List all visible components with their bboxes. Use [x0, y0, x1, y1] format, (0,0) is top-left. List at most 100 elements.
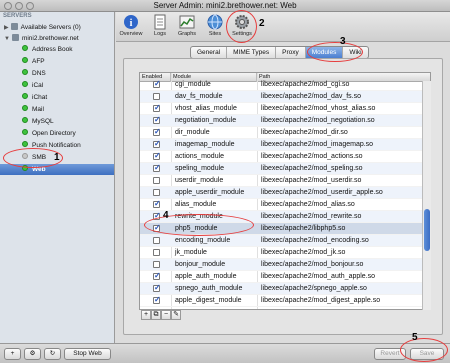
svg-text:i: i: [130, 18, 133, 29]
module-name: spnego_auth_module: [175, 285, 243, 292]
table-row[interactable]: dir_module libexec/apache2/mod_dir.so: [140, 126, 422, 139]
status-running-icon: [22, 57, 28, 64]
table-row[interactable]: jk_module libexec/apache2/mod_jk.so: [140, 247, 422, 259]
table-row[interactable]: bonjour_module libexec/apache2/mod_bonjou…: [140, 259, 422, 271]
disclosure-triangle-icon[interactable]: ▼: [4, 34, 10, 45]
enabled-checkbox[interactable]: [153, 198, 161, 210]
duplicate-module-button[interactable]: ⧉: [151, 310, 161, 320]
modules-table: Enabled Module Path cgi_modulelibexec/ap…: [139, 72, 431, 310]
annotation-circle-settings: [226, 10, 257, 43]
module-name: apple_auth_module: [175, 273, 237, 280]
module-name: userdir_module: [175, 177, 224, 184]
enabled-checkbox[interactable]: [153, 282, 161, 294]
module-path: libexec/apache2/mod_dir.so: [261, 129, 348, 136]
vertical-scrollbar[interactable]: [422, 81, 431, 310]
module-name: bonjour_module: [175, 261, 226, 268]
toolbar: i Overview Logs Graphs Sites Settings: [116, 12, 450, 42]
enabled-checkbox[interactable]: [153, 249, 160, 256]
status-running-icon: [22, 93, 28, 100]
module-path: libexec/apache2/mod_actions.so: [261, 153, 363, 160]
enabled-checkbox[interactable]: [153, 270, 161, 282]
table-row[interactable]: encoding_module libexec/apache2/mod_encod…: [140, 235, 422, 247]
minimize-window-icon[interactable]: [15, 2, 23, 10]
sidebar-item-dns[interactable]: DNS: [22, 68, 46, 79]
module-path: libexec/apache2/mod_alias.so: [261, 201, 355, 208]
close-window-icon[interactable]: [4, 2, 12, 10]
tab-proxy[interactable]: Proxy: [276, 47, 306, 58]
enabled-checkbox[interactable]: [153, 126, 161, 138]
table-row[interactable]: spnego_auth_module libexec/apache2/spnego…: [140, 282, 422, 295]
action-gear-button[interactable]: ⚙: [24, 348, 41, 360]
table-row[interactable]: apple_userdir_module libexec/apache2/mod_…: [140, 187, 422, 199]
module-path: libexec/apache2/mod_negotiation.so: [261, 117, 375, 124]
module-path: libexec/apache2/mod_userdir_apple.so: [261, 189, 383, 196]
table-row[interactable]: cgi_module libexec/apache2/mod_cgi.so: [140, 78, 422, 91]
module-path: libexec/apache2/spnego_apple.so: [261, 285, 367, 292]
enabled-checkbox[interactable]: [153, 78, 161, 90]
annotation-number-5: 5: [412, 332, 418, 343]
enabled-checkbox[interactable]: [153, 102, 161, 114]
logs-button[interactable]: Logs: [148, 14, 172, 37]
zoom-window-icon[interactable]: [26, 2, 34, 10]
enabled-checkbox[interactable]: [153, 294, 161, 306]
sidebar-item-open-directory[interactable]: Open Directory: [22, 128, 76, 139]
graphs-button[interactable]: Graphs: [175, 14, 199, 37]
enabled-checkbox[interactable]: [153, 93, 160, 100]
module-path: libexec/apache2/mod_auth_apple.so: [261, 273, 376, 280]
stop-web-button[interactable]: Stop Web: [64, 348, 111, 360]
table-row[interactable]: negotiation_module libexec/apache2/mod_ne…: [140, 114, 422, 127]
enabled-checkbox[interactable]: [153, 138, 161, 150]
enabled-checkbox[interactable]: [153, 261, 160, 268]
table-row[interactable]: apple_auth_module libexec/apache2/mod_aut…: [140, 270, 422, 283]
table-row[interactable]: imagemap_module libexec/apache2/mod_image…: [140, 138, 422, 151]
enabled-checkbox[interactable]: [153, 177, 160, 184]
table-row[interactable]: apple_digest_module libexec/apache2/mod_d…: [140, 294, 422, 307]
status-running-icon: [22, 45, 28, 52]
sidebar-item-address-book[interactable]: Address Book: [22, 44, 72, 55]
sites-button[interactable]: Sites: [203, 14, 227, 37]
enabled-checkbox[interactable]: [153, 189, 160, 196]
tab-mime-types[interactable]: MIME Types: [227, 47, 277, 58]
annotation-circle-modules: [307, 42, 363, 62]
scrollbar-thumb[interactable]: [424, 209, 430, 251]
annotation-number-2: 2: [259, 18, 265, 29]
table-row[interactable]: dav_fs_module libexec/apache2/mod_dav_fs.…: [140, 91, 422, 103]
graph-icon: [179, 15, 195, 29]
edit-module-button[interactable]: ✎: [171, 310, 181, 320]
table-row[interactable]: vhost_alias_module libexec/apache2/mod_vh…: [140, 102, 422, 115]
module-rows: cgi_module libexec/apache2/mod_cgi.so dav_…: [140, 78, 422, 307]
table-row[interactable]: speling_module libexec/apache2/mod_spelin…: [140, 162, 422, 175]
module-path: libexec/apache2/mod_rewrite.so: [261, 213, 362, 220]
status-running-icon: [22, 129, 28, 136]
module-path: libexec/apache2/mod_bonjour.so: [261, 261, 364, 268]
module-path: libexec/apache2/mod_imagemap.so: [261, 141, 374, 148]
sidebar-item-available-servers[interactable]: ▶ Available Servers (0): [4, 22, 81, 33]
tab-general[interactable]: General: [191, 47, 228, 58]
table-row[interactable]: userdir_module libexec/apache2/mod_userdi…: [140, 175, 422, 187]
add-server-button[interactable]: +: [4, 348, 21, 360]
table-row[interactable]: actions_module libexec/apache2/mod_action…: [140, 150, 422, 163]
status-running-icon: [22, 141, 28, 148]
sidebar-item-mysql[interactable]: MySQL: [22, 116, 54, 127]
globe-icon: [207, 14, 223, 30]
module-name: imagemap_module: [175, 141, 235, 148]
enabled-checkbox[interactable]: [153, 237, 160, 244]
remove-module-button[interactable]: −: [161, 310, 171, 320]
enabled-checkbox[interactable]: [153, 114, 161, 126]
table-row[interactable]: alias_module libexec/apache2/mod_alias.so: [140, 198, 422, 211]
annotation-circle-save: [400, 338, 448, 362]
module-name: negotiation_module: [175, 117, 237, 124]
enabled-checkbox[interactable]: [153, 150, 161, 162]
annotation-number-4: 4: [163, 210, 169, 221]
sidebar-item-afp[interactable]: AFP: [22, 56, 45, 67]
add-module-button[interactable]: +: [141, 310, 151, 320]
sidebar-item-mail[interactable]: Mail: [22, 104, 44, 115]
module-path: libexec/apache2/libphp5.so: [261, 225, 346, 232]
enabled-checkbox[interactable]: [153, 162, 161, 174]
sidebar-item-server[interactable]: ▼ mini2.brethower.net: [4, 33, 79, 44]
overview-button[interactable]: i Overview: [119, 14, 143, 37]
sidebar-item-ichat[interactable]: iChat: [22, 92, 47, 103]
refresh-button[interactable]: ↻: [44, 348, 61, 360]
sidebar-item-ical[interactable]: iCal: [22, 80, 43, 91]
title-bar: Server Admin: mini2.brethower.net: Web: [0, 0, 450, 12]
